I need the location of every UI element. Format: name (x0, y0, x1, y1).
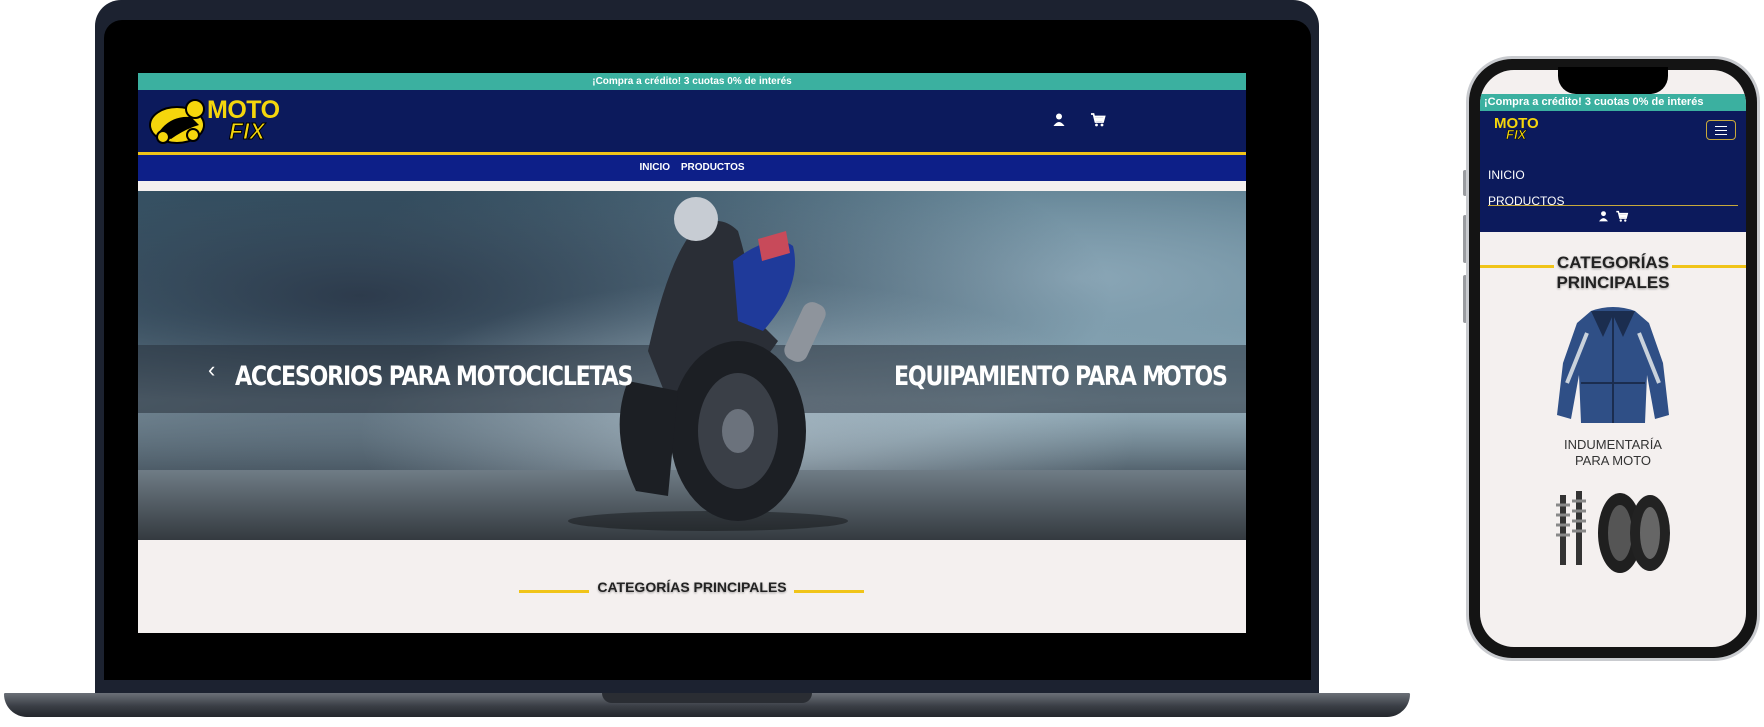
cart-icon[interactable] (1090, 112, 1106, 128)
mobile-header: MOTO FIX INICIO PRODUCTOS (1480, 111, 1746, 232)
carousel-next-arrow[interactable]: › (1159, 357, 1166, 383)
nav-item-inicio[interactable]: INICIO (639, 162, 670, 173)
mobile-logo-text-fix[interactable]: FIX (1506, 128, 1527, 142)
mobile-nav-divider (1488, 205, 1738, 206)
mobile-title-divider-right (1672, 265, 1746, 268)
hero-carousel: ‹ ACCESORIOS PARA MOTOCICLETAS EQUIPAMIE… (138, 191, 1246, 540)
parts-product-image[interactable] (1550, 485, 1680, 575)
promo-bar: ¡Compra a crédito! 3 cuotas 0% de interé… (138, 73, 1246, 90)
site-logo[interactable]: MOTO FIX (149, 95, 289, 147)
mobile-header-icons (1480, 210, 1746, 228)
mobile-category-label[interactable]: INDUMENTARÍA PARA MOTO (1480, 437, 1746, 469)
laptop-trackpad-notch (602, 693, 812, 703)
user-icon[interactable] (1051, 112, 1067, 128)
site-header: MOTO FIX (138, 90, 1246, 155)
motorcycle-rider-logo-icon (149, 99, 205, 144)
main-nav: INICIO PRODUCTOS (138, 155, 1246, 191)
categories-section: CATEGORÍAS PRINCIPALES (138, 540, 1246, 627)
cart-icon[interactable] (1615, 210, 1629, 223)
mobile-promo-bar: ¡Compra a crédito! 3 cuotas 0% de interé… (1480, 94, 1746, 111)
title-divider-right (794, 590, 864, 593)
hamburger-menu-icon[interactable] (1706, 120, 1736, 140)
carousel-prev-arrow[interactable]: ‹ (208, 357, 215, 383)
user-icon[interactable] (1597, 210, 1610, 223)
logo-text-fix: FIX (229, 118, 266, 144)
hero-caption-left: ACCESORIOS PARA MOTOCICLETAS (235, 361, 634, 392)
hero-caption-right: EQUIPAMIENTO PARA MOTOS (894, 361, 1228, 392)
nav-item-productos[interactable]: PRODUCTOS (681, 162, 745, 173)
mobile-categories-title: CATEGORÍAS PRINCIPALES (1556, 253, 1670, 292)
phone-notch (1558, 67, 1668, 94)
mobile-nav-item-inicio[interactable]: INICIO (1488, 168, 1525, 182)
desktop-website: ¡Compra a crédito! 3 cuotas 0% de interé… (138, 73, 1246, 633)
jacket-product-image[interactable] (1551, 303, 1675, 431)
categories-title: CATEGORÍAS PRINCIPALES (597, 579, 787, 595)
mobile-website: ¡Compra a crédito! 3 cuotas 0% de interé… (1480, 70, 1746, 647)
